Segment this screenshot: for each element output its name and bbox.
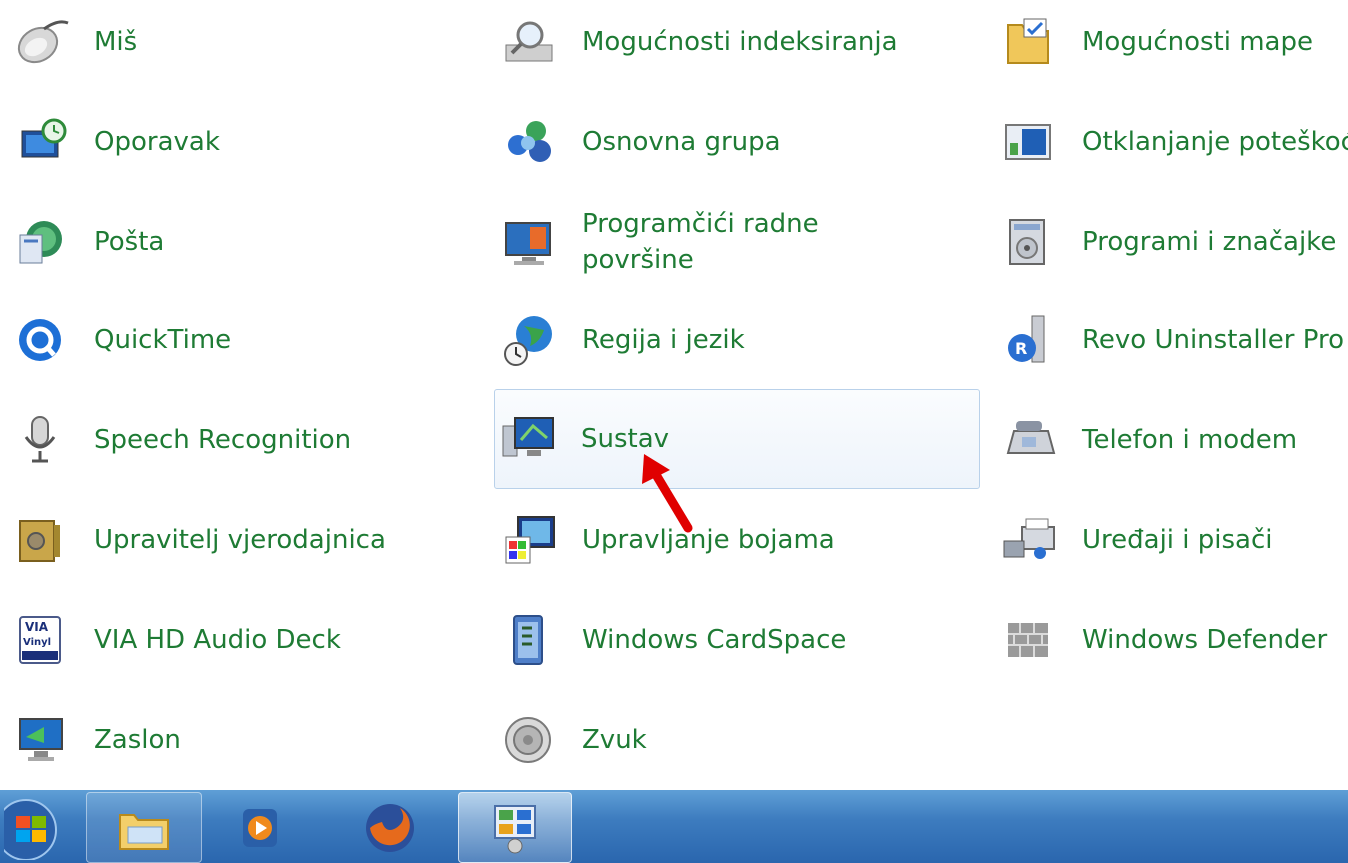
item-label: Programčići radne površine	[582, 209, 819, 275]
item-oporavak[interactable]: Oporavak	[8, 92, 478, 192]
item-label: Speech Recognition	[94, 425, 352, 455]
item-label: VIA HD Audio Deck	[94, 625, 341, 655]
mail-icon	[12, 212, 72, 272]
item-label: Revo Uninstaller Pro	[1082, 325, 1344, 355]
firefox-icon	[366, 803, 414, 852]
item-programi-i-znacajke[interactable]: Programi i značajke	[996, 192, 1348, 292]
item-label: Upravitelj vjerodajnica	[94, 525, 386, 555]
item-upravljanje-bojama[interactable]: Upravljanje bojama	[496, 490, 980, 590]
item-label: Mogućnosti mape	[1082, 27, 1313, 57]
annotation-arrow-icon	[642, 454, 693, 533]
item-label: Zvuk	[582, 725, 647, 755]
troubleshooting-icon	[1000, 112, 1060, 172]
item-programcici-radne-povrsine[interactable]: Programčići radne površine	[496, 192, 980, 292]
defender-wall-icon	[1000, 610, 1060, 670]
item-label: Upravljanje bojama	[582, 525, 835, 555]
item-sustav[interactable]: Sustav	[494, 389, 980, 489]
folder-options-icon	[1000, 12, 1060, 72]
item-label: Osnovna grupa	[582, 127, 781, 157]
devices-printers-icon	[1000, 510, 1060, 570]
item-windows-cardspace[interactable]: Windows CardSpace	[496, 590, 980, 690]
item-label: Miš	[94, 27, 138, 57]
item-mogucnosti-indeksiranja[interactable]: Mogućnosti indeksiranja	[496, 0, 980, 92]
item-osnovna-grupa[interactable]: Osnovna grupa	[496, 92, 980, 192]
item-label: Otklanjanje poteškoća	[1082, 127, 1348, 157]
indexing-icon	[500, 12, 560, 72]
media-player-icon	[243, 808, 277, 847]
speaker-icon	[500, 710, 560, 770]
item-windows-defender[interactable]: Windows Defender	[996, 590, 1348, 690]
display-icon	[12, 710, 72, 770]
item-label: Regija i jezik	[582, 325, 745, 355]
start-button[interactable]	[0, 792, 72, 863]
item-quicktime[interactable]: QuickTime	[8, 290, 478, 390]
phone-modem-icon	[1000, 410, 1060, 470]
system-icon	[499, 409, 559, 469]
item-mogucnosti-mape[interactable]: Mogućnosti mape	[996, 0, 1348, 92]
recovery-icon	[12, 112, 72, 172]
control-panel-icon	[494, 804, 536, 853]
item-telefon-i-modem[interactable]: Telefon i modem	[996, 390, 1348, 490]
taskbar	[0, 790, 1348, 863]
start-orb-icon	[4, 798, 57, 860]
item-label: Pošta	[94, 227, 165, 257]
item-otklanjanje-poteskoca[interactable]: Otklanjanje poteškoća	[996, 92, 1348, 192]
mouse-icon	[12, 12, 72, 72]
cardspace-icon	[500, 610, 560, 670]
item-label: Uređaji i pisači	[1082, 525, 1273, 555]
taskbar-media-player[interactable]	[210, 792, 310, 863]
item-label: QuickTime	[94, 325, 232, 355]
taskbar-control-panel[interactable]	[458, 792, 572, 863]
item-label: Oporavak	[94, 127, 220, 157]
revo-icon: R	[1000, 310, 1060, 370]
item-zaslon[interactable]: Zaslon	[8, 690, 478, 790]
item-upravitelj-vjerodajnica[interactable]: Upravitelj vjerodajnica	[8, 490, 478, 590]
item-regija-i-jezik[interactable]: Regija i jezik	[496, 290, 980, 390]
item-zvuk[interactable]: Zvuk	[496, 690, 980, 790]
explorer-icon	[119, 813, 169, 850]
item-label: Windows Defender	[1082, 625, 1328, 655]
color-management-icon	[500, 510, 560, 570]
item-label: Zaslon	[94, 725, 181, 755]
svg-text:R: R	[1015, 339, 1027, 358]
item-label: Mogućnosti indeksiranja	[582, 27, 898, 57]
quicktime-icon	[12, 310, 72, 370]
via-vinyl-icon: VIA Vinyl	[12, 610, 72, 670]
item-mis[interactable]: Miš	[8, 0, 478, 92]
globe-clock-icon	[500, 310, 560, 370]
item-via-hd-audio-deck[interactable]: VIA Vinyl VIA HD Audio Deck	[8, 590, 478, 690]
control-panel-items: Miš Oporavak Pošta QuickTime Speech Reco…	[0, 0, 1348, 790]
taskbar-firefox[interactable]	[334, 792, 446, 863]
svg-text:VIA: VIA	[25, 620, 49, 634]
programs-icon	[1000, 212, 1060, 272]
item-uredaji-i-pisaci[interactable]: Uređaji i pisači	[996, 490, 1348, 590]
microphone-icon	[12, 410, 72, 470]
taskbar-explorer[interactable]	[86, 792, 202, 863]
item-posta[interactable]: Pošta	[8, 192, 478, 292]
item-label: Telefon i modem	[1082, 425, 1298, 455]
credential-safe-icon	[12, 510, 72, 570]
item-revo-uninstaller-pro[interactable]: R Revo Uninstaller Pro	[996, 290, 1348, 390]
gadgets-icon	[500, 212, 560, 272]
item-label: Windows CardSpace	[582, 625, 847, 655]
homegroup-icon	[500, 112, 560, 172]
svg-text:Vinyl: Vinyl	[23, 637, 51, 648]
item-label: Programi i značajke	[1082, 227, 1337, 257]
item-speech-recognition[interactable]: Speech Recognition	[8, 390, 478, 490]
